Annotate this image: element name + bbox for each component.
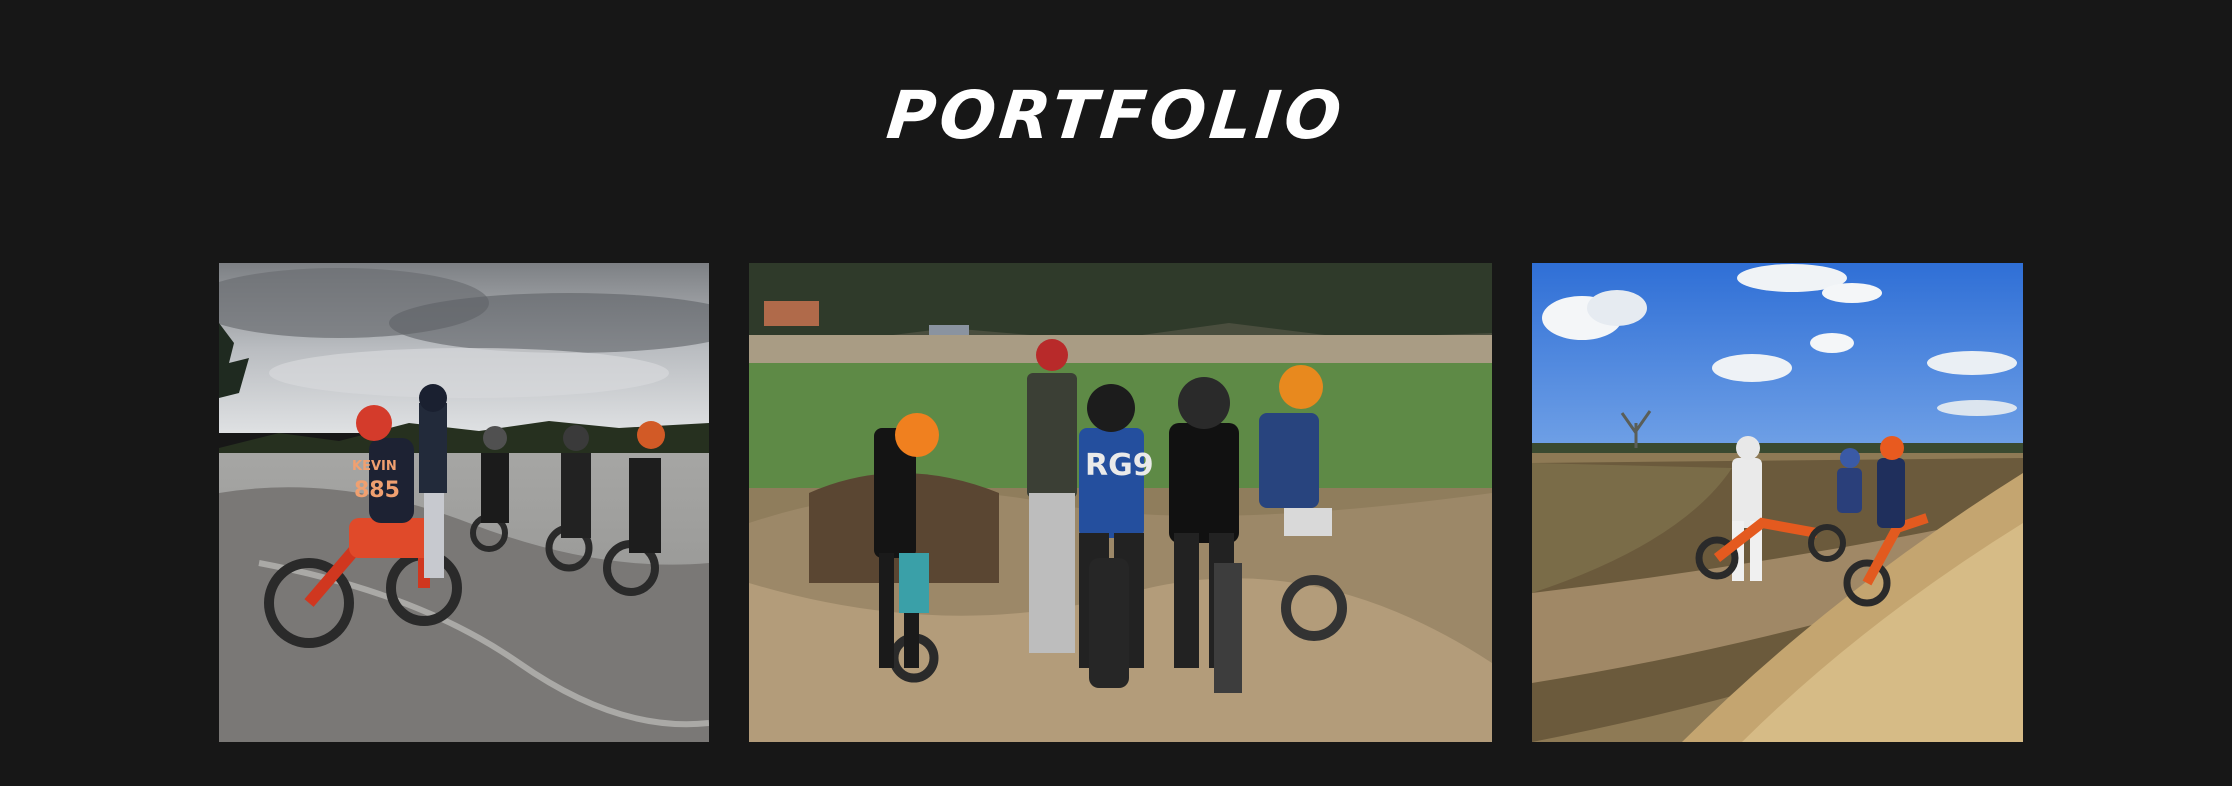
photo-2-jersey-text: RG9	[1085, 448, 1154, 483]
portfolio-photo-1[interactable]: KEVIN 885	[219, 263, 709, 742]
portfolio-photo-2[interactable]: RG9	[749, 263, 1492, 742]
photo-1-image: KEVIN 885	[219, 263, 709, 742]
photo-1-jersey-text: KEVIN	[352, 459, 397, 474]
photo-3-image	[1532, 263, 2023, 742]
page-title: PORTFOLIO	[883, 77, 1349, 154]
photo-2-image: RG9	[749, 263, 1492, 742]
portfolio-photo-3[interactable]	[1532, 263, 2023, 742]
photo-1-rider-number: 885	[354, 478, 400, 503]
